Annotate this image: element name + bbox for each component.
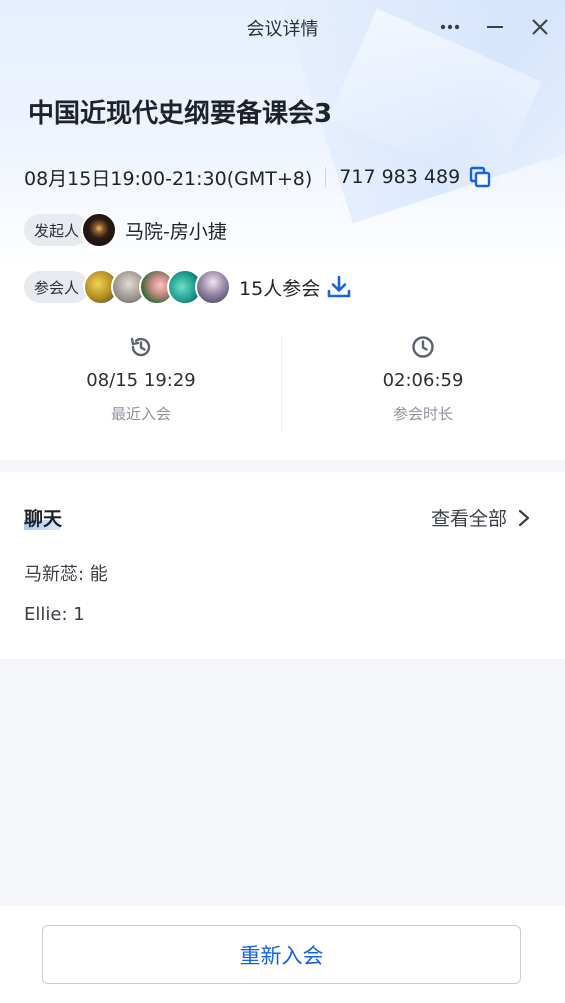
minimize-icon [487, 26, 503, 28]
chevron-right-icon [518, 509, 530, 526]
last-join-label: 最近入会 [110, 405, 171, 423]
meeting-title: 中国近现代史纲要备课会3 [28, 99, 333, 129]
duration-label: 参会时长 [392, 405, 453, 423]
view-all-label: 查看全部 [430, 508, 507, 530]
more-icon [440, 24, 460, 30]
rejoin-button[interactable]: 重新入会 [42, 925, 521, 984]
footer-bar: 重新入会 [0, 906, 565, 1003]
attendees-tag: 参会人 [24, 271, 90, 303]
title-bar: 会议详情 [0, 0, 565, 54]
chat-message: Ellie: 1 [24, 604, 85, 625]
close-icon [532, 19, 548, 35]
host-row: 发起人 马院-房小捷 [24, 212, 227, 248]
duration-value: 02:06:59 [382, 370, 464, 391]
last-join-stat: 08/15 19:29 最近入会 [0, 330, 282, 424]
last-join-value: 08/15 19:29 [86, 370, 196, 391]
copy-icon[interactable] [468, 165, 492, 189]
view-all-link[interactable]: 查看全部 [431, 504, 531, 531]
meeting-time: 08月15日19:00-21:30(GMT+8) [24, 167, 313, 190]
chat-title: 聊天 [24, 508, 63, 530]
avatar [195, 269, 232, 305]
host-name: 马院-房小捷 [125, 220, 227, 243]
chat-message: 马新蕊: 能 [24, 564, 108, 585]
close-button[interactable] [526, 14, 554, 40]
download-icon[interactable] [326, 274, 352, 300]
chat-section: 聊天 查看全部 马新蕊: 能 Ellie: 1 [0, 472, 565, 659]
attendee-count[interactable]: 15人参会 [239, 274, 320, 301]
minimize-button[interactable] [481, 14, 509, 40]
clock-icon [412, 336, 434, 358]
more-button[interactable] [436, 14, 464, 40]
divider [325, 167, 327, 187]
history-icon [130, 337, 151, 357]
host-avatar [81, 212, 118, 248]
host-tag: 发起人 [24, 214, 90, 246]
attendee-avatars[interactable] [83, 269, 232, 305]
meeting-time-row: 08月15日19:00-21:30(GMT+8) 717 983 489 [24, 164, 492, 190]
duration-stat: 02:06:59 参会时长 [282, 330, 564, 424]
meeting-stats: 08/15 19:29 最近入会 02:06:59 参会时长 [0, 330, 565, 434]
meeting-id: 717 983 489 [339, 166, 461, 188]
attendees-row: 参会人 15人参会 [24, 269, 352, 305]
